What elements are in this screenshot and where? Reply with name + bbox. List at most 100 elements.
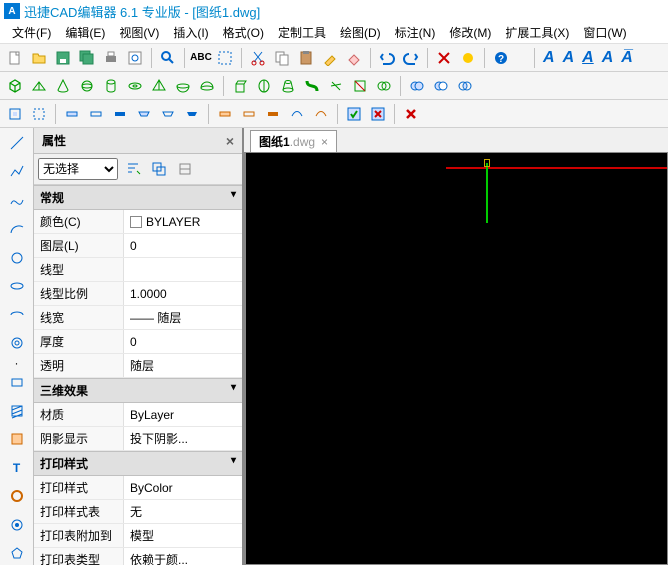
menu-extensions[interactable]: 扩展工具(X) [499,22,575,43]
cylinder-icon[interactable] [100,75,122,97]
hatch-icon[interactable] [5,399,29,422]
menu-draw[interactable]: 绘图(D) [334,22,387,43]
undo-icon[interactable] [376,47,398,69]
edge1-icon[interactable] [61,103,83,125]
rectangle-icon[interactable] [5,371,29,394]
edge11-icon[interactable] [310,103,332,125]
union-icon[interactable] [406,75,428,97]
ellipse-arc-icon[interactable] [5,304,29,327]
check-cancel-icon[interactable] [367,103,389,125]
polyline-icon[interactable] [5,161,29,184]
menu-edit[interactable]: 编辑(E) [59,22,111,43]
text-style-a5-icon[interactable]: A̅ [618,47,636,69]
edge10-icon[interactable] [286,103,308,125]
highlight-icon[interactable] [457,47,479,69]
cut-icon[interactable] [247,47,269,69]
circle-icon[interactable] [5,246,29,269]
paste-icon[interactable] [295,47,317,69]
edge7-icon[interactable] [214,103,236,125]
menu-custom-tools[interactable]: 定制工具 [272,22,332,43]
menu-dimension[interactable]: 标注(N) [389,22,442,43]
cone-icon[interactable] [52,75,74,97]
dome-icon[interactable] [196,75,218,97]
prop-row: 材质ByLayer [34,403,242,427]
menu-view[interactable]: 视图(V) [113,22,165,43]
new-file-icon[interactable] [4,47,26,69]
pyramid-icon[interactable] [148,75,170,97]
section-icon[interactable] [349,75,371,97]
help-icon[interactable]: ? [490,47,512,69]
menu-window[interactable]: 窗口(W) [577,22,632,43]
edge5-icon[interactable] [157,103,179,125]
panel-close-icon[interactable]: × [226,133,234,149]
delete-icon[interactable] [433,47,455,69]
line-icon[interactable] [5,132,29,155]
text-style-a2-icon[interactable]: A [560,47,578,69]
sweep-icon[interactable] [301,75,323,97]
pick-add-icon[interactable] [148,158,170,180]
box-icon[interactable] [4,75,26,97]
revolve-icon[interactable] [253,75,275,97]
donut-icon[interactable] [5,332,29,355]
menu-format[interactable]: 格式(O) [217,22,270,43]
boundary-icon[interactable] [28,103,50,125]
polygon-icon[interactable] [5,542,29,565]
find-icon[interactable] [157,47,179,69]
ellipse-icon[interactable] [5,275,29,298]
edge9-icon[interactable] [262,103,284,125]
point-separator-icon: · [5,361,29,365]
edge4-icon[interactable] [133,103,155,125]
text-icon[interactable]: T [5,457,29,480]
loft-icon[interactable] [277,75,299,97]
print-preview-icon[interactable] [124,47,146,69]
intersect-icon[interactable] [454,75,476,97]
torus-icon[interactable] [124,75,146,97]
ring-icon[interactable] [5,485,29,508]
copy-icon[interactable] [271,47,293,69]
text-style-a1-icon[interactable]: A [540,47,558,69]
wedge-icon[interactable] [28,75,50,97]
menu-file[interactable]: 文件(F) [6,22,57,43]
spline-icon[interactable] [5,189,29,212]
spellcheck-icon[interactable]: ABC [190,47,212,69]
interfere-icon[interactable] [373,75,395,97]
check-ok-icon[interactable] [343,103,365,125]
sphere-icon[interactable] [76,75,98,97]
text-style-a4-icon[interactable]: A [599,47,617,69]
menu-modify[interactable]: 修改(M) [443,22,497,43]
tab-drawing1[interactable]: 图纸1.dwg × [250,130,337,152]
save-all-icon[interactable] [76,47,98,69]
arc-icon[interactable] [5,218,29,241]
toggle-pick-icon[interactable] [174,158,196,180]
eraser-icon[interactable] [343,47,365,69]
block-icon[interactable] [5,428,29,451]
save-icon[interactable] [52,47,74,69]
dish-icon[interactable] [172,75,194,97]
category-3d[interactable]: 三维效果 [34,378,242,403]
category-general[interactable]: 常规 [34,185,242,210]
print-icon[interactable] [100,47,122,69]
edge6-icon[interactable] [181,103,203,125]
quick-select-icon[interactable] [122,158,144,180]
match-props-icon[interactable] [319,47,341,69]
tab-close-icon[interactable]: × [321,135,328,149]
menu-insert[interactable]: 插入(I) [167,22,214,43]
edge2-icon[interactable] [85,103,107,125]
text-style-a3-icon[interactable]: A [579,47,597,69]
close-tab-icon[interactable] [400,103,422,125]
drawing-canvas[interactable] [244,152,668,565]
open-file-icon[interactable] [28,47,50,69]
category-plot[interactable]: 打印样式 [34,451,242,476]
edge8-icon[interactable] [238,103,260,125]
subtract-icon[interactable] [430,75,452,97]
edge3-icon[interactable] [109,103,131,125]
select-icon[interactable] [214,47,236,69]
selection-dropdown[interactable]: 无选择 [38,158,118,180]
slice-icon[interactable] [325,75,347,97]
prop-row: 透明随层 [34,354,242,378]
app-logo-icon: A [4,3,20,19]
redo-icon[interactable] [400,47,422,69]
target-icon[interactable] [5,514,29,537]
extrude-icon[interactable] [229,75,251,97]
region-icon[interactable] [4,103,26,125]
